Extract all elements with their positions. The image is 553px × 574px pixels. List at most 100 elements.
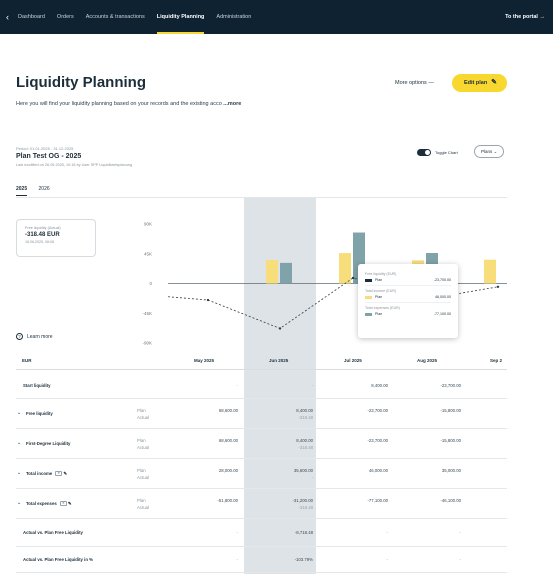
table-cell: -51,800.00 — [217, 498, 238, 503]
table-cell: -103.79% — [294, 557, 313, 562]
table-cell: -31,200.00 — [292, 498, 313, 503]
row-sublabel-plan: Plan — [137, 408, 146, 413]
y-tick-label: 90K — [144, 222, 152, 227]
chart-tooltip: Free liquidity (EUR) Plan -23,700.00 Tot… — [358, 264, 458, 338]
table-cell-actual: - — [311, 475, 313, 480]
row-sublabel-actual: Actual — [137, 415, 149, 420]
plan-name: Plan Test OG - 2025 — [16, 153, 82, 160]
tooltip-title: Total income (EUR) — [365, 289, 397, 293]
free-liquidity-point — [496, 285, 500, 289]
row-label: First-Degree Liquidity — [26, 441, 71, 446]
plan-last-modified: Last modified on 26.05.2025, 10:18 by Us… — [16, 163, 133, 167]
table-cell: 68,600.00 — [218, 408, 238, 413]
row-sublabel-actual: Actual — [137, 505, 149, 510]
tooltip-label: Plan — [375, 295, 383, 299]
table-cell: -46,100.00 — [440, 498, 461, 503]
nav-item-liquidity-planning[interactable]: Liquidity Planning — [156, 0, 204, 34]
row-sublabel-plan: Plan — [137, 498, 146, 503]
back-icon[interactable]: ‹ — [6, 12, 18, 22]
row-sublabel-actual: Actual — [137, 445, 149, 450]
table-cell-actual: -318.48 — [298, 415, 313, 420]
table-cell: -23,700.00 — [367, 408, 388, 413]
page-description: Here you will find your liquidity planni… — [16, 101, 241, 107]
table-cell: 28,000.00 — [218, 468, 238, 473]
row-label: Free liquidity — [26, 411, 53, 416]
tooltip-title: Total expenses (EUR) — [365, 306, 400, 310]
month-header: Sep 2 — [490, 358, 503, 363]
tooltip-row: Plan 46,000.00 — [365, 295, 451, 299]
tooltip-key: Plan — [365, 295, 382, 299]
free-liquidity-point — [351, 276, 355, 280]
edit-plan-button[interactable]: Edit plan ✎ — [452, 74, 507, 92]
month-header: Aug 2025 — [417, 358, 438, 363]
pencil-icon[interactable]: ✎ — [67, 501, 72, 506]
table-cell: - — [311, 383, 313, 388]
table-cell: -77,100.00 — [367, 498, 388, 503]
page-title: Liquidity Planning — [16, 74, 146, 91]
tooltip-key: Plan — [365, 278, 382, 282]
table-cell: 8,400.00 — [296, 438, 313, 443]
table-cell: 35,000.00 — [441, 468, 461, 473]
table-row: Start liquidity - - 8,400.00 -23,700.00 — [16, 373, 507, 399]
more-link[interactable]: ...more — [223, 101, 241, 107]
chevron-down-icon[interactable]: ⌄ — [17, 410, 21, 416]
table-cell: 68,600.00 — [218, 438, 238, 443]
toggle-chart-label: Toggle Chart — [435, 150, 458, 155]
table-cell: - — [459, 530, 461, 535]
row-label: Total expenses ≡ ✎ — [26, 501, 72, 507]
pencil-icon[interactable]: ✎ — [62, 471, 67, 476]
table-cell: 8,400.00 — [296, 408, 313, 413]
tooltip-label: Plan — [375, 278, 383, 282]
chevron-down-icon[interactable]: ⌄ — [17, 440, 21, 446]
free-liquidity-point — [278, 327, 282, 330]
table-header: EUR May 2025 Jun 2025 Jul 2025 Aug 2025 … — [16, 350, 507, 370]
year-tabs: 2025 2026 — [16, 186, 60, 196]
currency-header: EUR — [22, 358, 32, 363]
table-cell: -15,800.00 — [440, 438, 461, 443]
table-cell: - — [236, 530, 238, 535]
nav-item-accounts[interactable]: Accounts & transactions — [86, 0, 145, 34]
table-row[interactable]: ⌄ Total expenses ≡ ✎ Plan Actual -51,800.00 -3… — [16, 489, 507, 519]
table-cell-actual: -318.48 — [298, 505, 313, 510]
tooltip-row: Plan -77,100.00 — [365, 312, 451, 316]
table-row[interactable]: ⌄ Total income ≡ ✎ Plan Actual 28,000.00 35,60… — [16, 459, 507, 489]
plans-dropdown[interactable]: Plans ⌄ — [474, 145, 504, 158]
row-label: Start liquidity — [23, 383, 51, 388]
table-row[interactable]: ⌄ First-Degree Liquidity Plan Actual 68,600.… — [16, 429, 507, 459]
tooltip-value: 46,000.00 — [435, 295, 451, 299]
nav-item-administration[interactable]: Administration — [216, 0, 251, 34]
tooltip-row: Plan -23,700.00 — [365, 278, 451, 282]
details-icon[interactable]: ≡ — [59, 501, 67, 507]
month-header: Jun 2025 — [269, 358, 289, 363]
bar-income — [484, 259, 496, 284]
legend-swatch — [365, 312, 372, 316]
table-cell: - — [236, 383, 238, 388]
row-label: Actual vs. Plan Free Liquidity — [23, 530, 83, 535]
bar-expenses — [280, 262, 292, 284]
row-sublabel-actual: Actual — [137, 475, 149, 480]
nav-item-dashboard[interactable]: Dashboard — [18, 0, 45, 34]
more-options-button[interactable]: More options — — [395, 80, 434, 86]
chevron-down-icon[interactable]: ⌄ — [17, 470, 21, 476]
to-portal-link[interactable]: To the portal → — [505, 0, 545, 34]
table-cell: -23,700.00 — [440, 383, 461, 388]
table-cell: 46,000.00 — [368, 468, 388, 473]
y-tick-label: -90K — [142, 341, 152, 346]
tab-2025[interactable]: 2025 — [16, 186, 28, 196]
tab-2026[interactable]: 2026 — [39, 186, 50, 192]
learn-more-label: Learn more — [27, 334, 53, 340]
edit-plan-label: Edit plan — [464, 80, 488, 86]
tooltip-group-expenses: Total expenses (EUR) Plan -77,100.00 — [365, 306, 451, 316]
toggle-chart-switch[interactable] — [417, 149, 431, 156]
row-sublabel-plan: Plan — [137, 468, 146, 473]
chevron-down-icon[interactable]: ⌄ — [17, 500, 21, 506]
tooltip-group-income: Total income (EUR) Plan 46,000.00 — [365, 289, 451, 299]
y-tick-label: -45K — [142, 311, 152, 316]
legend-swatch — [365, 278, 372, 282]
table-cell: - — [459, 557, 461, 562]
nav-item-orders[interactable]: Orders — [57, 0, 74, 34]
learn-more-link[interactable]: ? Learn more — [16, 333, 53, 340]
tooltip-key: Plan — [365, 312, 382, 316]
plan-period: Period: 01.01.2025 - 31.12.2025 — [16, 146, 74, 151]
table-row[interactable]: ⌄ Free liquidity Plan Actual 68,600.00 8,400.… — [16, 399, 507, 429]
